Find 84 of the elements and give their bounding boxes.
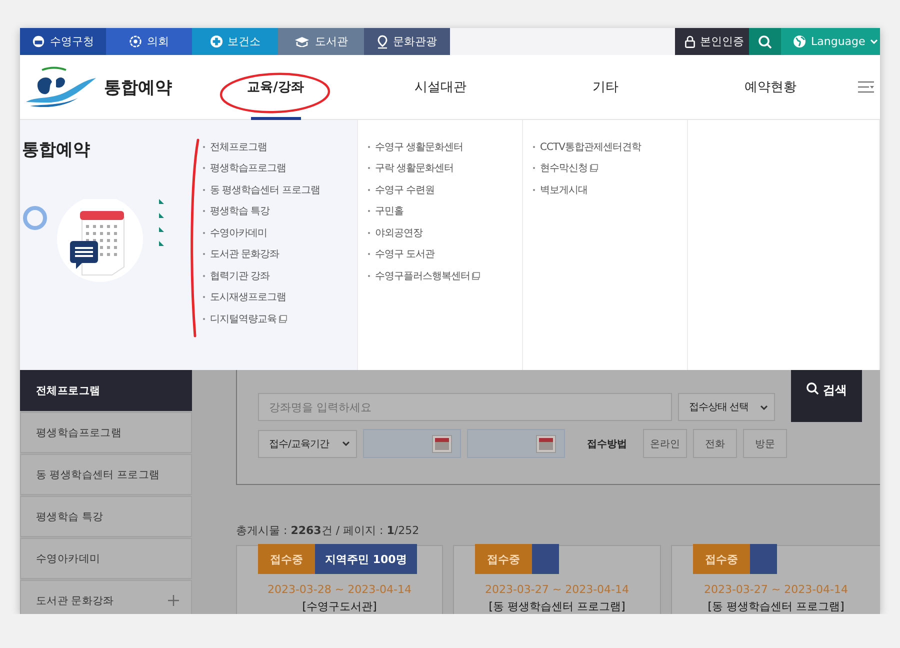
sidebar-item[interactable]: 동 평생학습센터 프로그램	[20, 454, 192, 495]
lock-icon	[685, 35, 695, 48]
card-dates: 2023-03-27 ~ 2023-04-14	[484, 583, 630, 596]
nav-tab[interactable]: 시설대관	[358, 55, 523, 119]
sidebar-item[interactable]: 평생학습프로그램	[20, 412, 192, 453]
search-icon	[758, 34, 772, 48]
color-tag	[532, 544, 559, 574]
status-badge: 접수중	[258, 544, 315, 574]
end-date-field[interactable]	[467, 429, 565, 458]
pin-icon	[377, 34, 388, 48]
plus-icon	[168, 595, 179, 606]
chevron-down-icon	[870, 39, 878, 44]
search-button[interactable]	[749, 28, 781, 55]
sidebar-item[interactable]: 도서관 문화강좌	[20, 580, 192, 614]
site-title: 통합예약	[104, 76, 172, 98]
menu-link[interactable]: 수영구플러스행복센터	[375, 268, 480, 283]
site-link[interactable]: 문화관광	[364, 28, 450, 55]
program-card[interactable]: 접수중 2023-03-27 ~ 2023-04-14 [동 평생학습센터 프로그램]	[671, 545, 880, 614]
menu-icon[interactable]	[858, 81, 874, 93]
menu-link[interactable]: 구락 생활문화센터	[375, 161, 454, 176]
method-button[interactable]: 온라인	[643, 429, 687, 458]
menu-link[interactable]: 벽보게시대	[540, 182, 588, 197]
menu-title: 통합예약	[22, 139, 91, 161]
menu-link[interactable]: 수영구 수련원	[375, 182, 435, 197]
nav-tab[interactable]: 예약현황	[688, 55, 853, 119]
new-window-icon	[590, 164, 598, 172]
verify-button[interactable]: 본인인증	[675, 28, 749, 55]
menu-link[interactable]: 현수막신청	[540, 161, 598, 176]
menu-link[interactable]: 도시재생프로그램	[210, 290, 286, 304]
status-badge: 접수중	[475, 544, 532, 574]
search-icon	[806, 382, 819, 395]
program-card[interactable]: 접수중 2023-03-27 ~ 2023-04-14 [동 평생학습센터 프로그램]	[453, 545, 661, 614]
menu-link[interactable]: 수영구 생활문화센터	[375, 140, 464, 154]
keyword-field[interactable]: 강좌명을 입력하세요	[258, 393, 672, 421]
menu-link[interactable]: 전체프로그램	[210, 140, 267, 154]
target-badge: 지역주민 100명	[315, 544, 417, 574]
card-title: [동 평생학습센터 프로그램]	[708, 599, 844, 614]
menu-link[interactable]: 동 평생학습센터 프로그램	[210, 182, 320, 197]
site-link[interactable]: 수영구청	[20, 28, 106, 55]
sidebar-item[interactable]: 전체프로그램	[20, 370, 192, 411]
search-button[interactable]: 검색	[791, 370, 862, 422]
chevron-down-icon	[342, 441, 350, 446]
book-icon	[294, 36, 310, 47]
menu-link[interactable]: 수영아카데미	[210, 226, 267, 240]
site-link[interactable]: 도서관	[278, 28, 364, 55]
chevron-down-icon	[760, 404, 768, 410]
flower-icon	[129, 35, 142, 48]
cross-icon	[210, 35, 222, 48]
result-summary: 총게시물 : 2263건 / 페이지 : 1/252	[236, 523, 420, 538]
start-date-field[interactable]	[363, 429, 461, 458]
menu-link[interactable]: 도서관 문화강좌	[210, 247, 280, 262]
card-dates: 2023-03-28 ~ 2023-04-14	[267, 583, 412, 596]
site-link[interactable]: 의회	[106, 28, 192, 55]
calendar-icon[interactable]	[432, 434, 452, 452]
method-button[interactable]: 방문	[743, 429, 787, 458]
card-title: [동 평생학습센터 프로그램]	[488, 599, 626, 614]
program-card[interactable]: 접수중 지역주민 100명 2023-03-28 ~ 2023-04-14 [수영구도서관]	[236, 545, 443, 614]
site-link[interactable]: 보건소	[192, 28, 278, 55]
new-window-icon	[472, 272, 480, 280]
sidebar-item[interactable]: 평생학습 특강	[20, 496, 192, 537]
emblem-icon	[32, 35, 45, 48]
color-tag	[750, 544, 777, 574]
menu-link[interactable]: 구민홀	[375, 204, 404, 218]
menu-link[interactable]: 야외공연장	[375, 226, 422, 240]
globe-icon	[793, 35, 806, 48]
menu-link[interactable]: 평생학습프로그램	[210, 161, 286, 176]
menu-link[interactable]: CCTV통합관제센터견학	[540, 140, 641, 154]
nav-tab[interactable]: 기타	[523, 55, 688, 119]
menu-link[interactable]: 디지털역량교육	[210, 312, 286, 326]
period-select[interactable]: 접수/교육기간	[258, 430, 357, 458]
status-select[interactable]: 접수상태 선택	[678, 393, 775, 421]
nav-tab[interactable]: 교육/강좌	[193, 55, 358, 119]
card-title: [수영구도서관]	[302, 599, 377, 614]
calendar-icon[interactable]	[536, 434, 556, 452]
menu-link[interactable]: 협력기관 강좌	[210, 268, 270, 283]
menu-link[interactable]: 평생학습 특강	[210, 204, 270, 218]
active-indicator	[251, 117, 301, 120]
method-label: 접수방법	[587, 438, 627, 450]
status-badge: 접수중	[693, 544, 750, 574]
method-button[interactable]: 전화	[693, 429, 737, 458]
menu-link[interactable]: 수영구 도서관	[375, 247, 435, 262]
sidebar-item[interactable]: 수영아카데미	[20, 538, 192, 579]
card-dates: 2023-03-27 ~ 2023-04-14	[704, 583, 848, 596]
new-window-icon	[278, 314, 286, 323]
